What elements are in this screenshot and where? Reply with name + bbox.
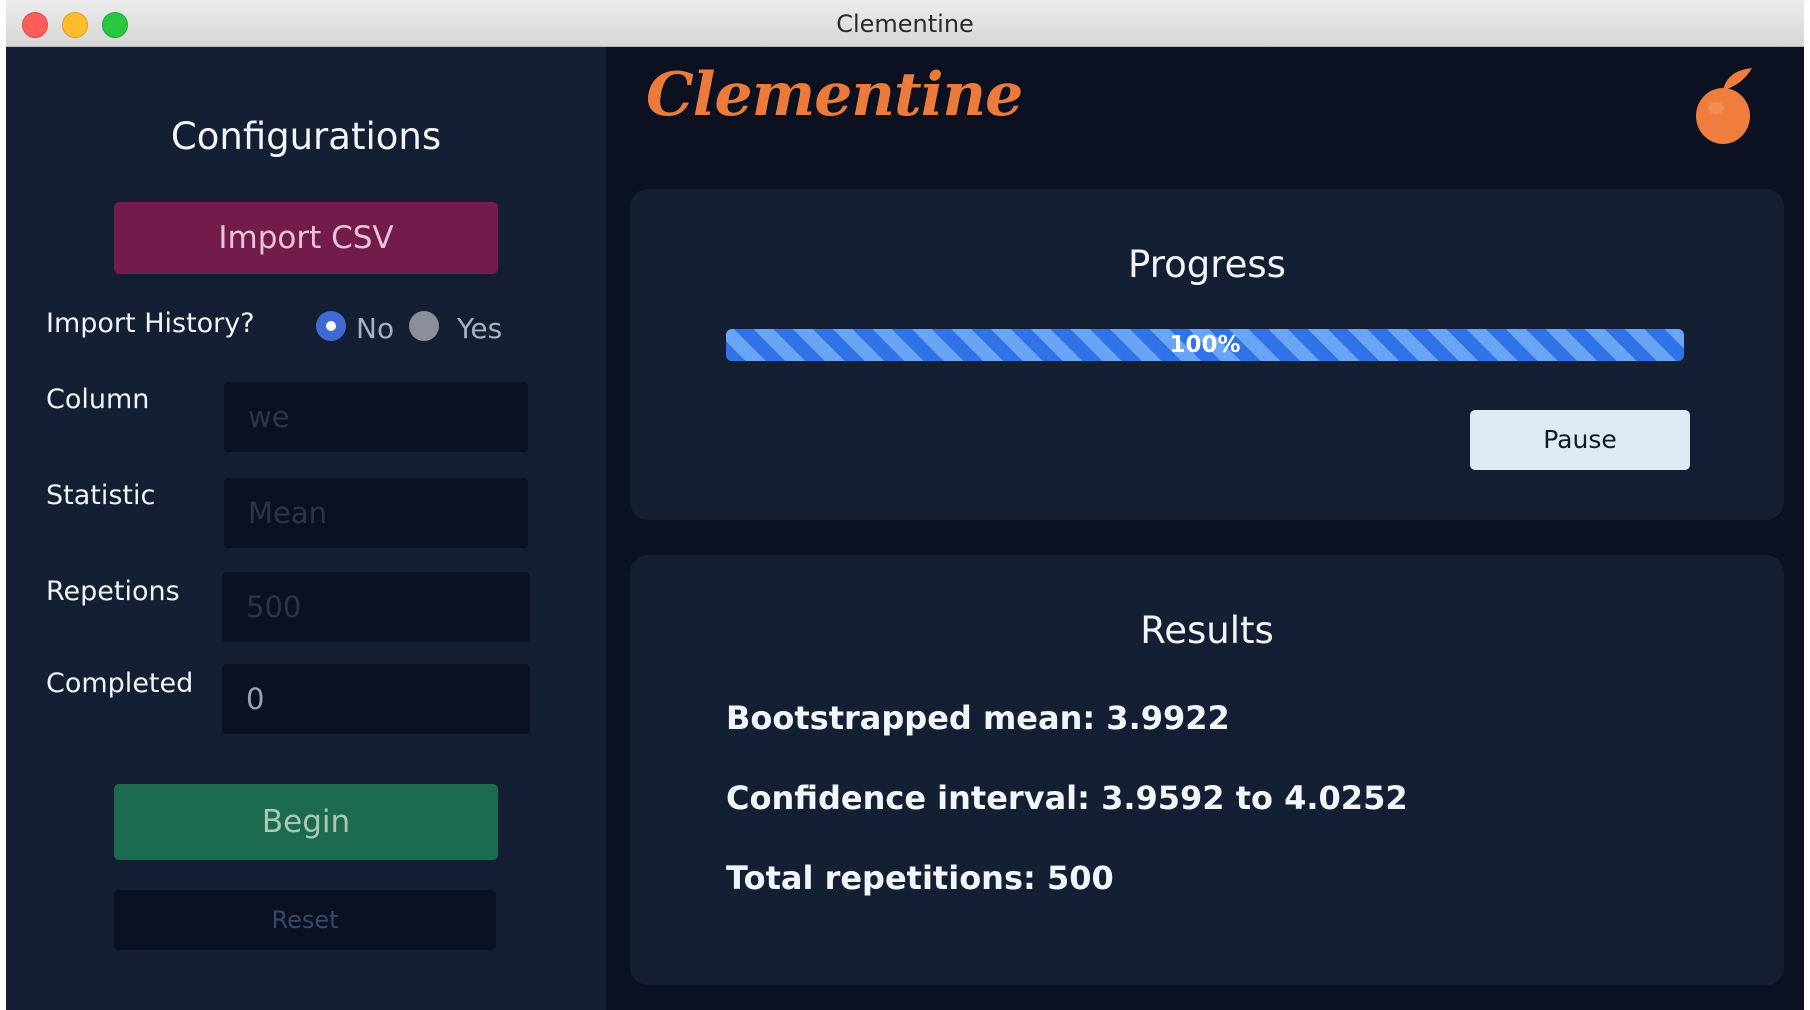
reset-button[interactable]: Reset [114,890,496,950]
configurations-heading: Configurations [170,115,442,158]
begin-button[interactable]: Begin [114,784,498,860]
confidence-interval-result: Confidence interval: 3.9592 to 4.0252 [726,779,1408,817]
column-input[interactable]: we [224,382,528,452]
configuration-sidebar: Configurations Import CSV Import History… [6,47,606,1010]
progress-percent-label: 100% [1169,332,1241,358]
progress-bar: 100% [726,329,1684,361]
repetitions-label: Repetions [46,576,180,607]
import-history-yes-radio[interactable] [409,311,439,341]
import-history-no-radio[interactable] [316,311,346,341]
bootstrapped-mean-result: Bootstrapped mean: 3.9922 [726,699,1230,737]
statistic-input[interactable]: Mean [224,478,528,548]
clementine-fruit-icon [1696,68,1752,144]
title-bar: Clementine [6,0,1804,47]
app-window: Clementine Configurations Import CSV Imp… [6,0,1804,1010]
app-logo: Clementine [646,60,1023,130]
statistic-label: Statistic [46,480,156,511]
import-history-label: Import History? [46,308,255,339]
import-csv-button[interactable]: Import CSV [114,202,498,274]
progress-heading: Progress [1128,243,1286,286]
import-history-yes-label[interactable]: Yes [457,312,502,345]
completed-label: Completed [46,668,194,699]
repetitions-input[interactable]: 500 [222,572,530,642]
completed-input[interactable]: 0 [222,664,530,734]
total-repetitions-result: Total repetitions: 500 [726,859,1114,897]
window-title: Clementine [836,10,974,38]
progress-card: Progress 100% Pause [630,189,1784,520]
column-label: Column [46,384,150,415]
results-card: Results Bootstrapped mean: 3.9922 Confid… [630,555,1784,985]
pause-button[interactable]: Pause [1470,410,1690,470]
import-history-no-label[interactable]: No [356,312,394,345]
results-heading: Results [1140,609,1274,652]
